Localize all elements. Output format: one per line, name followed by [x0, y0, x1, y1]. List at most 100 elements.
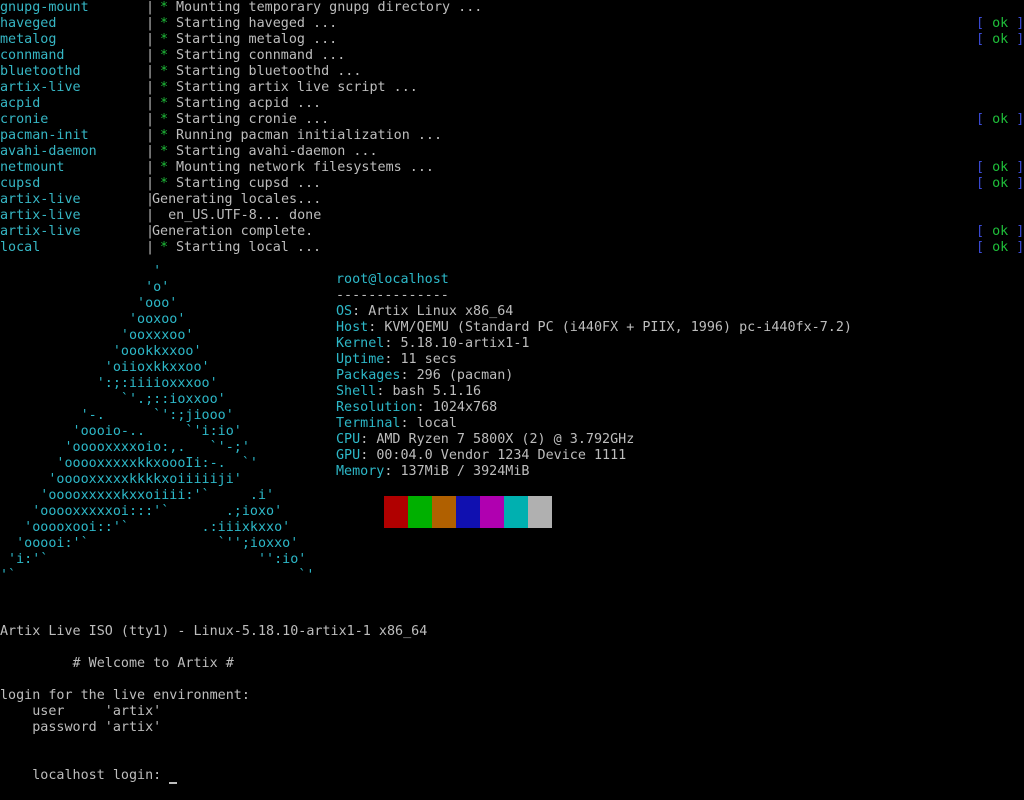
- boot-status-ok: [ ok ]: [976, 112, 1024, 127]
- info-value: 00:04.0 Vendor 1234 Device 1111: [376, 448, 627, 463]
- info-key: OS: [336, 304, 353, 319]
- info-key: Host: [336, 320, 369, 335]
- boot-message: Starting artix live script ...: [176, 80, 418, 95]
- login-prompt-line[interactable]: localhost login:: [0, 752, 178, 784]
- boot-service-name: artix-live: [0, 208, 81, 223]
- info-value: 5.18.10-artix1-1: [400, 336, 530, 351]
- boot-bullet-icon: *: [160, 48, 169, 63]
- user-host-underline: --------------: [336, 288, 449, 303]
- boot-bullet-icon: *: [160, 64, 169, 79]
- logo-line: 'oookkxxoo': [0, 344, 202, 359]
- boot-service-name: metalog: [0, 32, 57, 47]
- color-swatch: [528, 496, 552, 528]
- logo-line: '-. `':;jiooo': [0, 408, 234, 423]
- boot-separator: |: [146, 48, 155, 63]
- info-row-os: OS: Artix Linux x86_64: [336, 304, 514, 319]
- boot-separator: |: [146, 160, 155, 175]
- info-value: 296 (pacman): [416, 368, 514, 383]
- info-row-packages: Packages: 296 (pacman): [336, 368, 514, 383]
- boot-status-ok: [ ok ]: [976, 32, 1024, 47]
- info-value: KVM/QEMU (Standard PC (i440FX + PIIX, 19…: [384, 320, 852, 335]
- logo-line: 'ooo': [0, 296, 178, 311]
- info-key: Memory: [336, 464, 385, 479]
- boot-bullet-icon: *: [160, 160, 169, 175]
- info-row-cpu: CPU: AMD Ryzen 7 5800X (2) @ 3.792GHz: [336, 432, 635, 447]
- info-value: local: [416, 416, 457, 431]
- boot-status-ok: [ ok ]: [976, 16, 1024, 31]
- logo-line: 'ooooxxxxoio:,. `'-;': [0, 440, 250, 455]
- boot-service-name: bluetoothd: [0, 64, 81, 79]
- info-key: Uptime: [336, 352, 385, 367]
- user-host: root@localhost: [336, 272, 449, 287]
- boot-service-name: acpid: [0, 96, 41, 111]
- boot-separator: |: [146, 0, 155, 15]
- logo-line: 'ooxoo': [0, 312, 186, 327]
- logo-line: 'ooooi:'` `'';ioxxo': [0, 536, 299, 551]
- login-prompt: localhost login:: [32, 768, 170, 783]
- info-value: AMD Ryzen 7 5800X (2) @ 3.792GHz: [376, 432, 635, 447]
- color-swatch: [456, 496, 480, 528]
- logo-line: 'i:'` '':io': [0, 552, 307, 567]
- boot-separator: |: [146, 176, 155, 191]
- live-password-credential: password 'artix': [0, 720, 162, 735]
- logo-line: 'oooio-.. `'i:io': [0, 424, 242, 439]
- text-cursor[interactable]: [169, 782, 178, 784]
- boot-status-ok: [ ok ]: [976, 224, 1024, 239]
- logo-line: 'ooooxxxxxoi:::'` .;ioxo': [0, 504, 283, 519]
- boot-message: Starting metalog ...: [176, 32, 338, 47]
- logo-line: '` `': [0, 568, 315, 583]
- info-row-kernel: Kernel: 5.18.10-artix1-1: [336, 336, 530, 351]
- info-key: Terminal: [336, 416, 401, 431]
- info-row-resolution: Resolution: 1024x768: [336, 400, 498, 415]
- boot-service-name: netmount: [0, 160, 65, 175]
- color-palette: [360, 496, 552, 528]
- boot-service-name: avahi-daemon: [0, 144, 97, 159]
- logo-line: 'oiioxkkxxoo': [0, 360, 210, 375]
- boot-separator: |: [146, 80, 155, 95]
- logo-line: 'o': [0, 280, 170, 295]
- boot-separator: |: [146, 64, 155, 79]
- info-value: bash 5.1.16: [392, 384, 482, 399]
- boot-separator: |: [146, 112, 155, 127]
- boot-message: Starting cupsd ...: [176, 176, 322, 191]
- boot-message: Starting haveged ...: [176, 16, 338, 31]
- boot-separator: |: [146, 144, 155, 159]
- boot-separator: |: [146, 96, 155, 111]
- boot-message: Starting local ...: [176, 240, 322, 255]
- boot-message: en_US.UTF-8... done: [152, 208, 322, 223]
- color-swatch: [408, 496, 432, 528]
- login-hint: login for the live environment:: [0, 688, 250, 703]
- boot-service-name: artix-live: [0, 80, 81, 95]
- boot-service-name: cupsd: [0, 176, 41, 191]
- info-value: 11 secs: [400, 352, 457, 367]
- boot-bullet-icon: *: [160, 176, 169, 191]
- info-key: Resolution: [336, 400, 417, 415]
- color-swatch: [504, 496, 528, 528]
- live-user-credential: user 'artix': [0, 704, 162, 719]
- logo-line: 'ooxxxoo': [0, 328, 194, 343]
- boot-bullet-icon: *: [160, 80, 169, 95]
- logo-line: 'ooooxxxxxkkkkxoiiiiiji': [0, 472, 242, 487]
- boot-bullet-icon: *: [160, 112, 169, 127]
- color-swatch: [480, 496, 504, 528]
- boot-bullet-icon: *: [160, 144, 169, 159]
- boot-message: Generating locales...: [152, 192, 322, 207]
- welcome-message: # Welcome to Artix #: [0, 656, 234, 671]
- boot-service-name: artix-live: [0, 224, 81, 239]
- boot-service-name: gnupg-mount: [0, 0, 89, 15]
- tty-banner: Artix Live ISO (tty1) - Linux-5.18.10-ar…: [0, 624, 428, 639]
- boot-message: Starting avahi-daemon ...: [176, 144, 378, 159]
- info-key: Kernel: [336, 336, 385, 351]
- logo-line: `'.;::ioxxoo': [0, 392, 226, 407]
- logo-line: 'ooooxooi::'` .:iiixkxxo': [0, 520, 291, 535]
- boot-bullet-icon: *: [160, 96, 169, 111]
- boot-service-name: cronie: [0, 112, 49, 127]
- boot-bullet-icon: *: [160, 0, 169, 15]
- boot-service-name: pacman-init: [0, 128, 89, 143]
- boot-separator: |: [146, 16, 155, 31]
- info-row-memory: Memory: 137MiB / 3924MiB: [336, 464, 530, 479]
- boot-message: Mounting temporary gnupg directory ...: [176, 0, 483, 15]
- boot-status-ok: [ ok ]: [976, 160, 1024, 175]
- boot-bullet-icon: *: [160, 128, 169, 143]
- boot-message: Starting connmand ...: [176, 48, 346, 63]
